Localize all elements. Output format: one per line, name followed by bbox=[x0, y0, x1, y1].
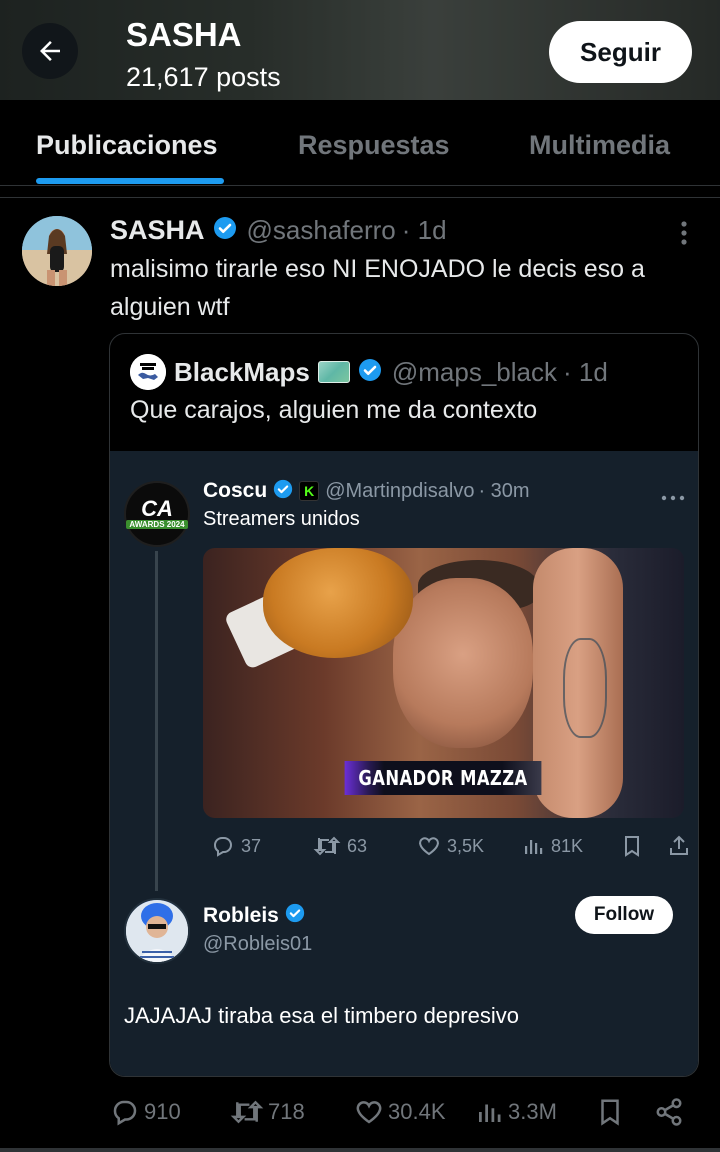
tab-publicaciones[interactable]: Publicaciones bbox=[36, 130, 218, 161]
coscu-handle: @Martinpdisalvo bbox=[325, 479, 475, 502]
quote-text: Que carajos, alguien me da contexto bbox=[130, 396, 538, 424]
views-action: 81K bbox=[521, 831, 583, 861]
embedded-screenshot: CA AWARDS 2024 Coscu K @Martinpdisalvo ·… bbox=[110, 451, 698, 1076]
reply-button[interactable]: 910 bbox=[110, 1094, 181, 1130]
profile-tabs: Publicaciones Respuestas Multimedia bbox=[0, 100, 720, 186]
divider bbox=[0, 197, 720, 198]
tweet-author-handle[interactable]: @sashaferro bbox=[247, 215, 396, 246]
views-count: 81K bbox=[551, 835, 584, 856]
quote-avatar bbox=[130, 354, 166, 390]
verified-badge-icon bbox=[213, 216, 237, 245]
reply-action: 37 bbox=[211, 831, 261, 861]
tab-respuestas[interactable]: Respuestas bbox=[298, 130, 450, 161]
views-button[interactable]: 3.3M bbox=[474, 1094, 557, 1130]
tweet-author-line: SASHA @sashaferro · 1d bbox=[110, 212, 447, 248]
quoted-tweet-card[interactable]: BlackMaps @maps_black · 1d Que carajos, … bbox=[109, 333, 699, 1077]
tweet-text: malisimo tirarle eso NI ENOJADO le decis… bbox=[110, 255, 645, 321]
boxing-photo: GANADOR MAZZA bbox=[203, 548, 684, 818]
like-count: 3,5K bbox=[447, 835, 485, 856]
tweet-action-bar: 910 718 30.4K 3.3M bbox=[110, 1094, 710, 1130]
media-caption-banner: GANADOR MAZZA bbox=[344, 761, 542, 795]
quote-author-name[interactable]: BlackMaps bbox=[174, 357, 310, 388]
verified-badge-icon bbox=[285, 903, 305, 929]
quote-time: · 1d bbox=[562, 356, 608, 387]
verified-badge-icon bbox=[358, 358, 382, 387]
views-count: 3.3M bbox=[508, 1099, 557, 1124]
bookmark-icon bbox=[621, 831, 649, 861]
coscu-avatar-badge: AWARDS 2024 bbox=[126, 520, 188, 529]
robleis-avatar bbox=[124, 898, 190, 964]
quote-author-handle[interactable]: @maps_black bbox=[392, 357, 557, 388]
coscu-tweet-text: Streamers unidos bbox=[203, 508, 360, 530]
heart-icon bbox=[419, 837, 439, 856]
coscu-avatar: CA AWARDS 2024 bbox=[124, 481, 190, 547]
avatar[interactable] bbox=[22, 216, 92, 286]
reply-count: 910 bbox=[144, 1099, 181, 1124]
quote-author-line: BlackMaps @maps_black · 1d bbox=[174, 354, 608, 390]
posts-count: 21,617 posts bbox=[126, 62, 281, 92]
bookmark-icon bbox=[601, 1099, 619, 1126]
views-icon bbox=[525, 840, 543, 854]
divider bbox=[0, 1148, 720, 1152]
follow-button[interactable]: Seguir bbox=[549, 21, 692, 83]
tweet-author-name[interactable]: SASHA bbox=[110, 215, 205, 246]
coscu-author-line: Coscu K @Martinpdisalvo · 30m bbox=[203, 476, 530, 506]
coscu-time: · 30m bbox=[478, 479, 530, 502]
coscu-action-bar: 37 63 3,5K 81K bbox=[203, 831, 693, 861]
profile-name: SASHA bbox=[126, 16, 242, 53]
share-icon bbox=[656, 1098, 682, 1126]
profile-header: SASHA 21,617 posts Seguir bbox=[0, 0, 720, 100]
blackmaps-logo-icon bbox=[130, 354, 166, 390]
back-button[interactable] bbox=[22, 23, 78, 79]
share-button[interactable] bbox=[654, 1094, 688, 1130]
share-icon bbox=[667, 831, 697, 861]
avatar-photo bbox=[22, 216, 92, 286]
coscu-avatar-text: CA bbox=[141, 496, 173, 521]
retweet-icon bbox=[313, 836, 341, 856]
retweet-count: 63 bbox=[347, 835, 368, 856]
world-map-icon bbox=[317, 361, 350, 383]
like-count: 30.4K bbox=[388, 1099, 446, 1124]
coscu-name: Coscu bbox=[203, 479, 268, 502]
boxing-glove bbox=[263, 548, 413, 658]
views-icon bbox=[479, 1104, 501, 1122]
bookmark-button[interactable] bbox=[596, 1094, 628, 1130]
robleis-follow-button: Follow bbox=[575, 896, 673, 934]
retweet-icon bbox=[230, 1100, 264, 1124]
like-button[interactable]: 30.4K bbox=[354, 1094, 446, 1130]
retweet-action: 63 bbox=[313, 831, 367, 861]
robleis-name: Robleis bbox=[203, 904, 279, 927]
arrow-left-icon bbox=[40, 41, 60, 61]
retweet-button[interactable]: 718 bbox=[230, 1094, 305, 1130]
retweet-count: 718 bbox=[268, 1099, 305, 1124]
tab-multimedia[interactable]: Multimedia bbox=[529, 130, 670, 161]
reply-icon bbox=[113, 1100, 137, 1126]
robleis-name-line: Robleis bbox=[203, 903, 305, 929]
heart-icon bbox=[356, 1101, 382, 1124]
kick-logo-icon: K bbox=[299, 481, 320, 501]
reply-count: 37 bbox=[241, 835, 262, 856]
like-action: 3,5K bbox=[417, 831, 484, 861]
tweet-time: · 1d bbox=[401, 214, 447, 245]
thread-connector-line bbox=[155, 551, 158, 891]
active-tab-indicator bbox=[36, 178, 224, 184]
robleis-handle: @Robleis01 bbox=[203, 933, 313, 955]
reply-icon bbox=[214, 837, 232, 857]
verified-badge-icon bbox=[273, 479, 293, 504]
more-options-icon bbox=[661, 488, 685, 501]
more-options-icon[interactable] bbox=[676, 220, 692, 246]
robleis-tweet-text: JAJAJAJ tiraba esa el timbero depresivo bbox=[124, 1003, 519, 1028]
